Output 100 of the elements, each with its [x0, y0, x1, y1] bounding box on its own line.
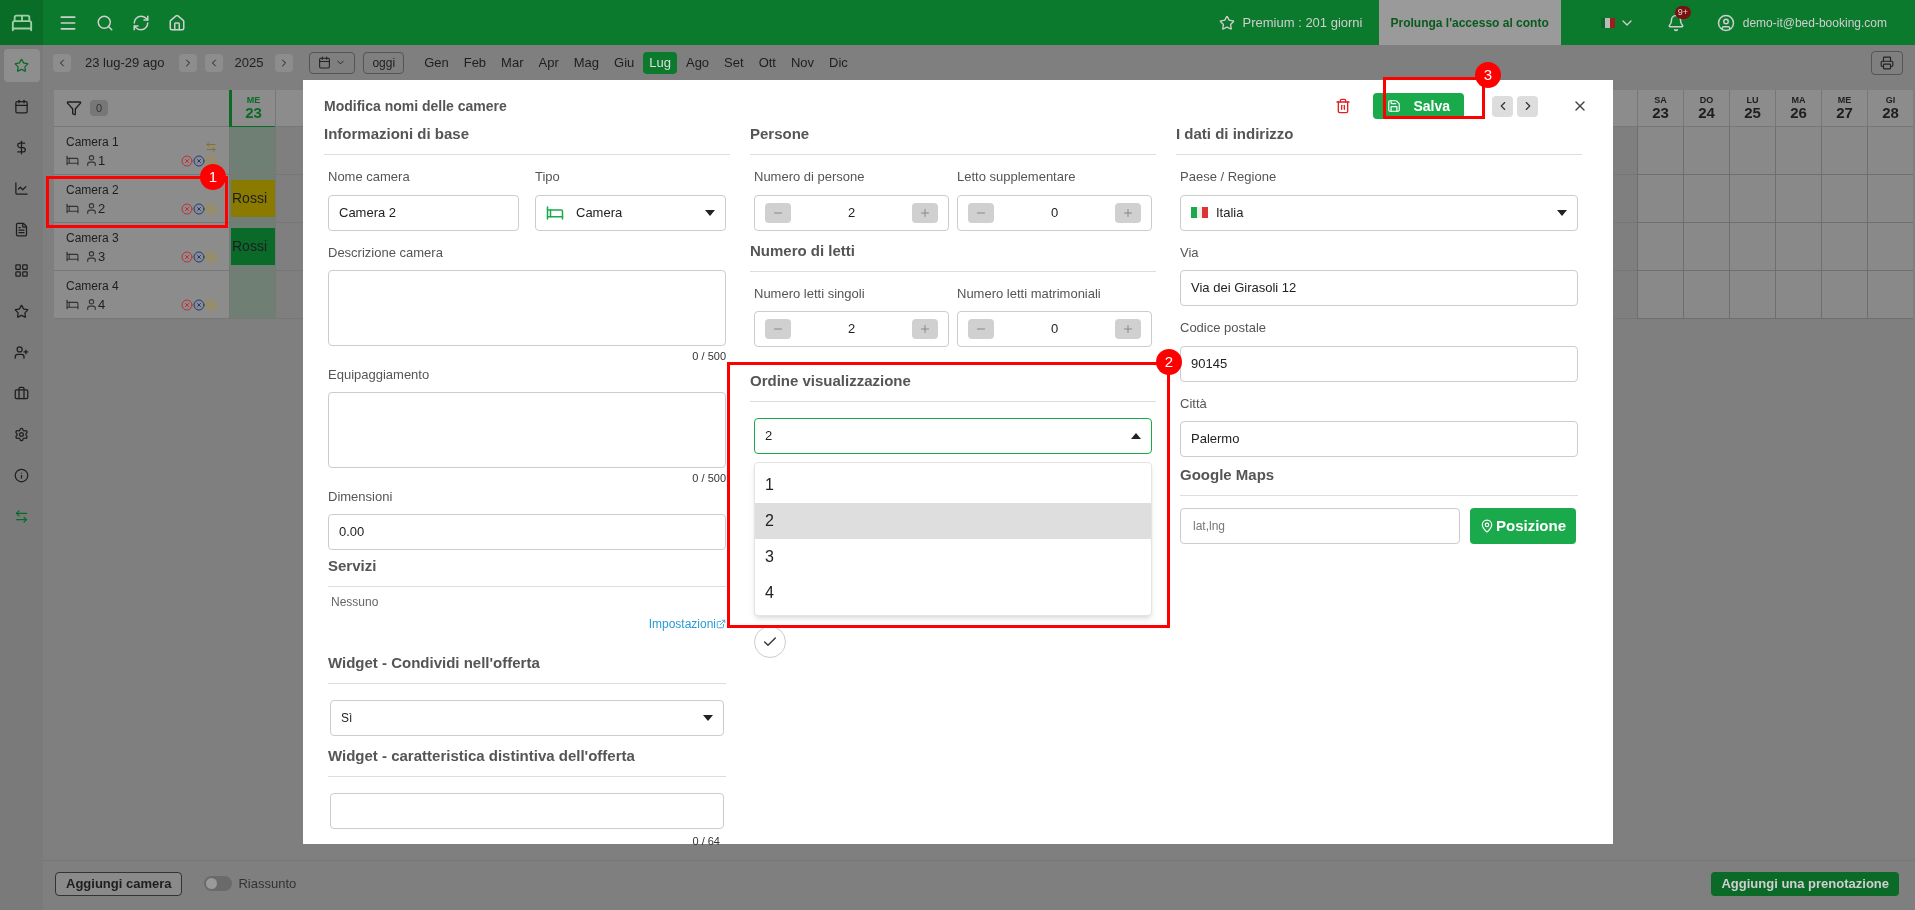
toggle-switch[interactable]: [204, 876, 233, 891]
increment-button[interactable]: [912, 319, 938, 339]
room-name[interactable]: Camera 1: [66, 133, 119, 151]
increment-button[interactable]: [1115, 319, 1141, 339]
equipment-textarea[interactable]: [328, 392, 726, 468]
feature-input[interactable]: [330, 793, 724, 829]
calendar-cell[interactable]: [1867, 175, 1913, 223]
month-tab[interactable]: Ott: [752, 51, 782, 74]
calendar-cell[interactable]: [1637, 271, 1683, 319]
calendar-cell[interactable]: [1867, 223, 1913, 271]
postal-code-field[interactable]: 90145: [1180, 345, 1578, 382]
room-name[interactable]: Camera 4: [66, 277, 119, 295]
order-select[interactable]: 2: [754, 418, 1152, 454]
user-icon[interactable]: [1716, 13, 1735, 32]
calendar-cell[interactable]: [1821, 271, 1867, 319]
month-tab[interactable]: Nov: [784, 51, 821, 74]
delete-icon[interactable]: [1335, 98, 1352, 114]
month-tab[interactable]: Gen: [418, 51, 455, 74]
decrement-button[interactable]: [968, 319, 994, 339]
calendar-cell[interactable]: [1729, 175, 1775, 223]
calendar-cell[interactable]: [1683, 271, 1729, 319]
description-textarea[interactable]: [328, 270, 726, 346]
increment-button[interactable]: [1115, 202, 1141, 223]
number-stepper[interactable]: 2: [754, 311, 949, 347]
month-tab[interactable]: Apr: [532, 51, 565, 74]
calendar-cell[interactable]: [1821, 175, 1867, 223]
calendar-cell[interactable]: [1729, 223, 1775, 271]
month-tab[interactable]: Feb: [457, 51, 493, 74]
add-booking-button[interactable]: Aggiungi una prenotazione: [1711, 871, 1899, 896]
add-room-button[interactable]: Aggiungi camera: [55, 871, 183, 896]
print-button[interactable]: [1871, 50, 1903, 75]
section-heading: Informazioni di base: [324, 125, 470, 142]
calendar-cell[interactable]: [1821, 127, 1867, 175]
room-cell[interactable]: Camera 4 4: [54, 271, 229, 319]
home-icon[interactable]: [168, 13, 186, 32]
settings-link[interactable]: Impostazioni: [648, 615, 726, 633]
type-select[interactable]: Camera: [535, 194, 726, 231]
dropdown-option[interactable]: 3: [755, 539, 1151, 575]
next-range-button[interactable]: [178, 53, 197, 72]
today-button[interactable]: oggi: [363, 51, 405, 74]
calendar-cell[interactable]: [1637, 223, 1683, 271]
previous-year-button[interactable]: [204, 53, 223, 72]
calendar-cell[interactable]: Rossi: [229, 175, 275, 223]
share-select[interactable]: Sì: [330, 700, 724, 736]
number-stepper[interactable]: 2: [754, 194, 949, 231]
calendar-cell[interactable]: [1683, 127, 1729, 175]
country-select[interactable]: Italia: [1180, 194, 1578, 231]
decrement-button[interactable]: [968, 202, 994, 223]
room-name-field[interactable]: Camera 2: [328, 194, 519, 231]
room-cell[interactable]: Camera 3 3: [54, 223, 229, 271]
filter-icon[interactable]: [66, 100, 82, 116]
number-stepper[interactable]: 0: [957, 194, 1152, 231]
month-tab[interactable]: Set: [718, 51, 750, 74]
calendar-cell[interactable]: [229, 271, 275, 319]
calendar-cell[interactable]: [1775, 175, 1821, 223]
month-tab[interactable]: Giu: [608, 51, 641, 74]
calendar-cell[interactable]: [1867, 127, 1913, 175]
previous-button[interactable]: [1492, 95, 1513, 117]
decrement-button[interactable]: [765, 202, 791, 223]
city-field[interactable]: Palermo: [1180, 421, 1578, 457]
calendar-cell[interactable]: [1637, 127, 1683, 175]
month-tab[interactable]: Dic: [823, 51, 854, 74]
room-name[interactable]: Camera 3: [66, 229, 119, 247]
bell-icon[interactable]: [1666, 13, 1685, 32]
calendar-cell[interactable]: [1775, 127, 1821, 175]
calendar-cell[interactable]: [1637, 175, 1683, 223]
calendar-cell[interactable]: [1867, 271, 1913, 319]
search-icon[interactable]: [96, 13, 114, 32]
calendar-cell[interactable]: [1775, 223, 1821, 271]
dropdown-option[interactable]: 1: [755, 467, 1151, 503]
month-tab[interactable]: Ago: [679, 51, 716, 74]
calendar-cell[interactable]: [1729, 127, 1775, 175]
size-field[interactable]: 0.00: [328, 514, 726, 550]
calendar-cell[interactable]: [1683, 175, 1729, 223]
dropdown-option[interactable]: 2: [755, 503, 1151, 539]
calendar-cell[interactable]: [1775, 271, 1821, 319]
calendar-cell[interactable]: [1821, 223, 1867, 271]
month-tab[interactable]: Mag: [567, 51, 606, 74]
next-year-button[interactable]: [275, 53, 294, 72]
decrement-button[interactable]: [765, 319, 791, 339]
street-field[interactable]: Via dei Girasoli 12: [1180, 270, 1578, 306]
month-tab[interactable]: Lug: [643, 51, 677, 74]
position-button[interactable]: Posizione: [1470, 508, 1576, 544]
extend-access-button[interactable]: Prolunga l'accesso al conto: [1378, 0, 1561, 45]
next-button[interactable]: [1517, 95, 1538, 117]
month-tab[interactable]: Mar: [495, 51, 530, 74]
sidebar-item[interactable]: [3, 49, 40, 82]
calendar-cell[interactable]: [229, 127, 275, 175]
user-email[interactable]: demo-it@bed-booking.com: [1742, 13, 1887, 32]
previous-range-button[interactable]: [53, 53, 71, 72]
calendar-picker-button[interactable]: [309, 51, 356, 74]
calendar-cell[interactable]: [1729, 271, 1775, 319]
dropdown-option[interactable]: 4: [755, 575, 1151, 611]
increment-button[interactable]: [912, 202, 938, 223]
room-name[interactable]: Camera 2: [66, 181, 119, 199]
booking-bar[interactable]: Rossi: [231, 180, 275, 217]
number-stepper[interactable]: 0: [957, 311, 1152, 347]
refresh-icon[interactable]: [132, 13, 150, 32]
calendar-cell[interactable]: [1683, 223, 1729, 271]
coordinates-field[interactable]: lat,lng: [1180, 508, 1460, 544]
